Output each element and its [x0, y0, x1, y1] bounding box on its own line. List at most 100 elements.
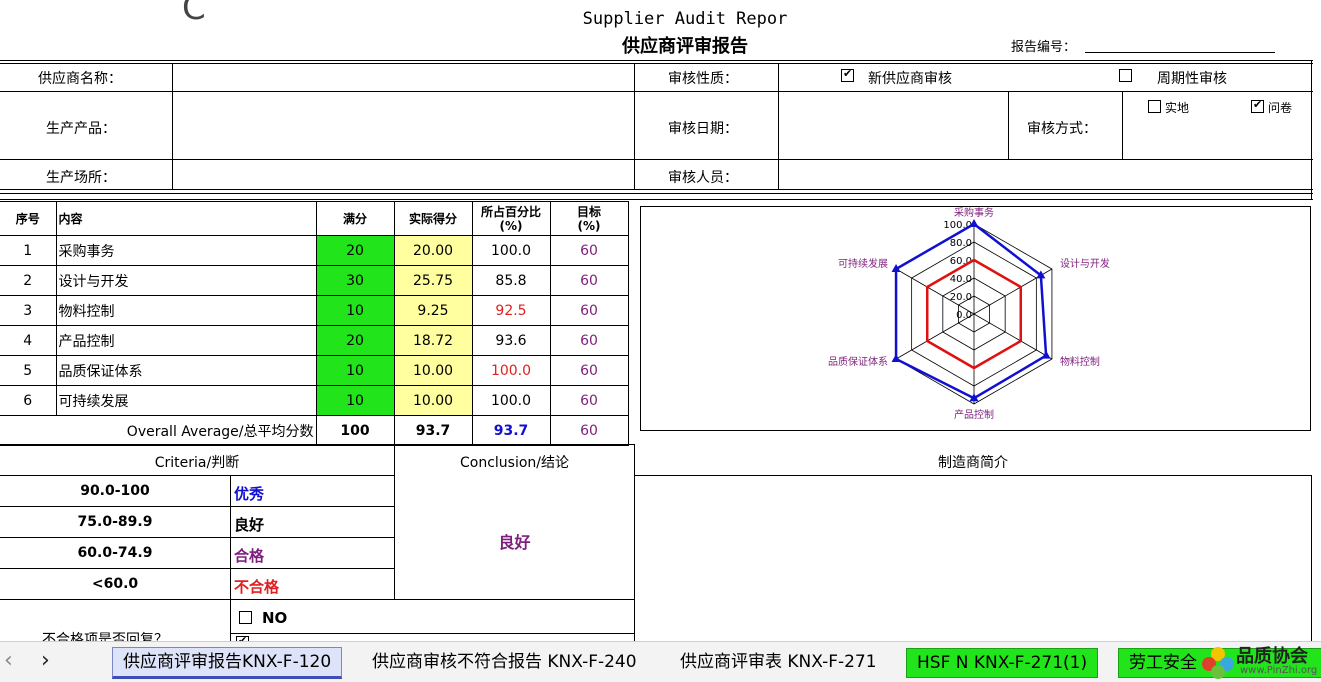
row-percent: 100.0: [471, 235, 551, 266]
periodic-label: 周期性审核: [1157, 71, 1227, 87]
average-target: 60: [549, 415, 629, 446]
product-label: 生产产品：: [46, 121, 116, 137]
average-row: Overall Average/总平均分数 100 93.7 93.7 60: [0, 415, 629, 446]
radar-tick-label: 80.0: [950, 238, 972, 249]
row-actual[interactable]: 10.00: [393, 355, 473, 386]
radar-category-label: 产品控制: [954, 408, 994, 421]
radar-category-label: 采购事务: [954, 207, 994, 219]
new-supplier-checkbox[interactable]: ✔: [841, 67, 854, 82]
title-cn: 供应商评审报告: [622, 36, 748, 57]
header-no: 序号: [0, 201, 57, 236]
criteria-grade-2: 良好: [234, 516, 265, 534]
row-percent: 93.6: [471, 325, 551, 356]
criteria-line-3: [0, 568, 395, 569]
row-full[interactable]: 20: [315, 235, 395, 266]
header-percent: 所占百分比 (%): [471, 201, 551, 236]
average-actual: 93.7: [393, 415, 473, 446]
criteria-range-4: <60.0: [91, 576, 139, 592]
criteria-vline: [394, 444, 395, 600]
row-percent: 100.0: [471, 385, 551, 416]
info-vline-3: [778, 63, 779, 190]
row-no: 1: [0, 235, 57, 266]
radar-spoke: [973, 313, 1053, 360]
row-actual[interactable]: 18.72: [393, 325, 473, 356]
info-line-4: [0, 193, 1313, 194]
row-percent: 100.0: [471, 355, 551, 386]
criteria-line-2: [0, 537, 395, 538]
radar-category-label: 可持续发展: [838, 257, 888, 270]
radar-category-label: 设计与开发: [1060, 257, 1110, 270]
criteria-grade-3: 合格: [234, 547, 265, 565]
radar-tick-label: 60.0: [950, 256, 972, 267]
audit-type-label: 审核性质：: [668, 71, 738, 87]
tab-supplier-audit-report[interactable]: 供应商评审报告KNX-F-120: [112, 647, 343, 679]
row-no: 6: [0, 385, 57, 416]
info-top-line: [0, 60, 1313, 61]
info-vline-2: [634, 63, 635, 190]
table-row: 3 物料控制 10 9.25 92.5 60: [0, 295, 629, 326]
row-actual[interactable]: 9.25: [393, 295, 473, 326]
conclusion-title: Conclusion/结论: [459, 455, 569, 471]
reply-no-label: NO: [262, 609, 288, 627]
auditor-label: 审核人员：: [668, 170, 738, 186]
info-vline-1: [172, 63, 173, 190]
criteria-mid-vline: [230, 475, 231, 645]
supplier-name-label: 供应商名称：: [38, 71, 122, 87]
periodic-checkbox[interactable]: [1119, 69, 1132, 82]
average-label: Overall Average/总平均分数: [0, 415, 317, 446]
conclusion-value: 良好: [498, 533, 531, 552]
audit-method-label: 审核方式：: [1027, 121, 1097, 137]
info-vline-4: [1008, 91, 1009, 159]
row-full[interactable]: 10: [315, 385, 395, 416]
row-no: 3: [0, 295, 57, 326]
reply-line: [230, 633, 635, 634]
manufacturer-title: 制造商简介: [938, 455, 1008, 471]
questionnaire-checkbox[interactable]: ✔: [1251, 98, 1264, 113]
audit-date-field[interactable]: [780, 92, 1007, 158]
row-full[interactable]: 10: [315, 355, 395, 386]
criteria-title: Criteria/判断: [154, 455, 240, 471]
radar-tick-label: 0.0: [956, 310, 972, 321]
row-actual[interactable]: 20.00: [393, 235, 473, 266]
row-actual[interactable]: 10.00: [393, 385, 473, 416]
criteria-grade-1: 优秀: [234, 485, 265, 503]
info-vline-right: [1311, 60, 1312, 200]
criteria-range-3: 60.0-74.9: [77, 545, 153, 561]
supplier-name-field[interactable]: [174, 64, 633, 90]
auditor-field[interactable]: [780, 160, 1310, 188]
tab-supplier-evaluation[interactable]: 供应商评审表 KNX-F-271: [670, 648, 887, 676]
criteria-grade-4: 不合格: [234, 578, 280, 596]
radar-tick-label: 100.0: [943, 220, 972, 231]
header-full: 满分: [315, 201, 395, 236]
tab-nonconformance-report[interactable]: 供应商审核不符合报告 KNX-F-240: [362, 648, 647, 676]
report-no-underline: [1085, 52, 1275, 53]
questionnaire-label: 问卷: [1268, 101, 1293, 115]
table-row: 1 采购事务 20 20.00 100.0 60: [0, 235, 629, 266]
row-full[interactable]: 10: [315, 295, 395, 326]
radar-tick-label: 40.0: [950, 274, 972, 285]
criteria-line-4: [0, 599, 634, 600]
row-content: 采购事务: [55, 235, 317, 266]
sheet-tab-bar: ‹ › 供应商评审报告KNX-F-120 供应商审核不符合报告 KNX-F-24…: [0, 641, 1321, 682]
row-target: 60: [549, 295, 629, 326]
tab-next-arrow[interactable]: ›: [41, 648, 50, 673]
tab-hsf[interactable]: HSF N KNX-F-271(1): [906, 648, 1099, 678]
radar-chart: 0.0 20.0 40.0 60.0 80.0 100.0采购事务设计与开发物料控制产品控…: [828, 207, 1110, 421]
row-target: 60: [549, 265, 629, 296]
row-full[interactable]: 20: [315, 325, 395, 356]
title-en: Supplier Audit Repor: [582, 9, 788, 29]
new-supplier-label: 新供应商审核: [868, 71, 952, 87]
row-actual[interactable]: 25.75: [393, 265, 473, 296]
tab-prev-arrow[interactable]: ‹: [4, 648, 13, 673]
row-full[interactable]: 30: [315, 265, 395, 296]
site-field[interactable]: [174, 160, 633, 188]
onsite-checkbox[interactable]: [1148, 100, 1161, 113]
row-content: 设计与开发: [55, 265, 317, 296]
site-label: 生产场所：: [46, 170, 116, 186]
manufacturer-title-line: [634, 475, 1312, 476]
row-target: 60: [549, 355, 629, 386]
criteria-line-1: [0, 506, 395, 507]
criteria-top-line: [0, 444, 634, 445]
reply-no-checkbox[interactable]: [239, 611, 252, 624]
product-field[interactable]: [174, 92, 633, 158]
